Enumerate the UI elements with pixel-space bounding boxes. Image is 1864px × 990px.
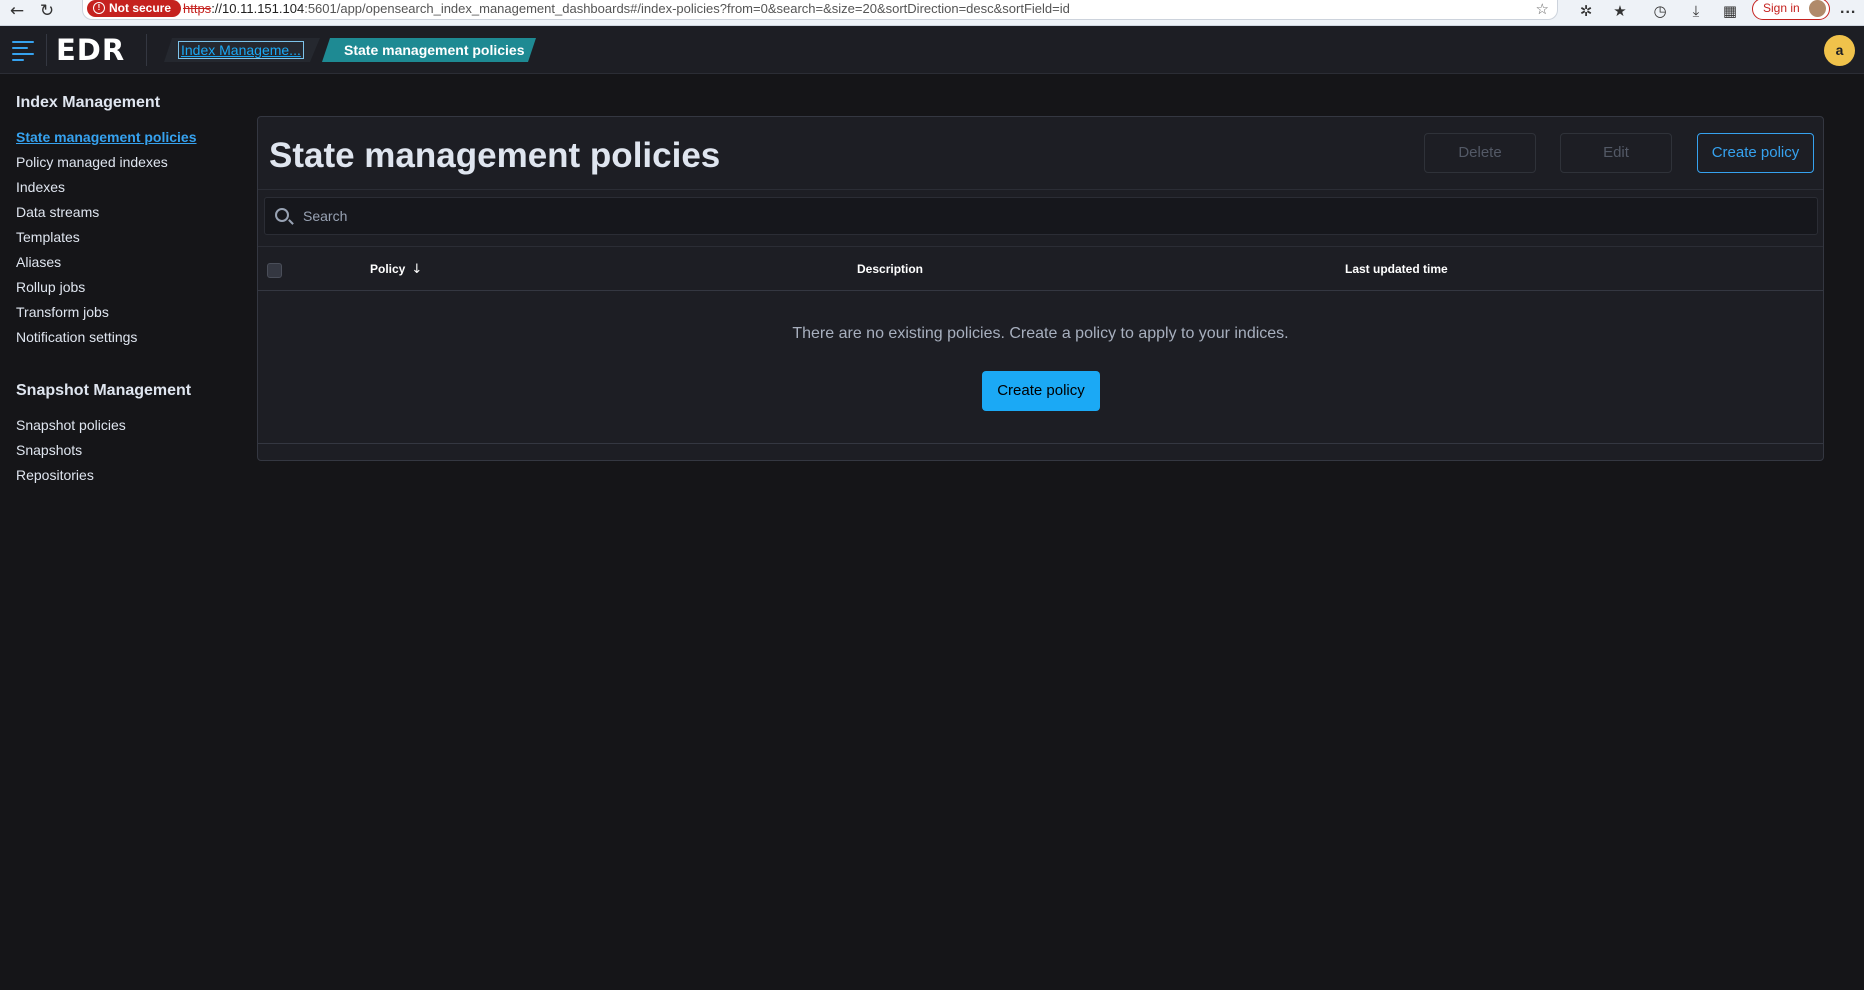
divider [258,189,1823,190]
empty-create-policy-button[interactable]: Create policy [982,371,1100,411]
sidebar-item-indexes[interactable]: Indexes [16,175,236,200]
download-icon[interactable]: ⤓ [1686,2,1706,22]
favorites-icon[interactable]: ★ [1610,2,1630,22]
sidebar-item-repositories[interactable]: Repositories [16,463,236,488]
sidebar-item-transform-jobs[interactable]: Transform jobs [16,300,236,325]
sidebar-item-snapshots[interactable]: Snapshots [16,438,236,463]
sign-in-button[interactable]: Sign in [1752,0,1830,20]
not-secure-badge[interactable]: ! Not secure [87,0,182,17]
profile-avatar [1809,0,1826,17]
edr-logo[interactable]: EDR [56,35,125,65]
search-input[interactable] [303,206,1803,226]
policies-panel: State management policies Delete Edit Cr… [257,116,1824,461]
back-icon[interactable]: ← [6,2,28,22]
sidebar-item-data-streams[interactable]: Data streams [16,200,236,225]
sidebar-item-templates[interactable]: Templates [16,225,236,250]
sort-down-icon: ↓ [411,262,423,277]
extensions-icon[interactable]: ✲ [1576,2,1596,22]
browser-toolbar: ← ↻ ! Not secure https://10.11.151.104:5… [0,0,1864,26]
delete-button[interactable]: Delete [1424,133,1536,173]
sidebar-item-aliases[interactable]: Aliases [16,250,236,275]
sidebar-item-notification-settings[interactable]: Notification settings [16,325,236,350]
empty-state-message: There are no existing policies. Create a… [792,325,1289,342]
edit-button[interactable]: Edit [1560,133,1672,173]
address-bar[interactable]: ! Not secure https://10.11.151.104:5601/… [82,0,1558,20]
search-field[interactable] [264,197,1818,235]
column-header-policy[interactable]: Policy ↓ [370,262,422,277]
select-all-checkbox[interactable] [267,263,282,278]
user-avatar[interactable]: a [1824,35,1855,66]
collections-icon[interactable]: ▦ [1720,2,1740,22]
bookmark-star-icon[interactable]: ☆ [1536,0,1549,18]
sidebar-nav: Index Management State management polici… [16,92,236,488]
warning-icon: ! [93,2,105,14]
app-header: EDR Index Manageme... State management p… [0,26,1864,74]
header-divider [46,34,47,66]
breadcrumb-index-management-label[interactable]: Index Manageme... [178,41,304,59]
page-title: State management policies [269,136,721,175]
column-header-description[interactable]: Description [857,262,923,276]
header-divider [146,34,147,66]
divider [258,443,1823,444]
sidebar-item-snapshot-policies[interactable]: Snapshot policies [16,413,236,438]
breadcrumb-current-label: State management policies [344,42,525,58]
table-header-row: Policy ↓ Description Last updated time [258,247,1823,291]
sidebar-item-state-management-policies[interactable]: State management policies [16,125,236,150]
sidebar-heading-snapshot-management: Snapshot Management [16,382,192,399]
search-icon [275,208,289,222]
history-icon[interactable]: ◷ [1650,2,1670,22]
more-options-icon[interactable]: ... [1840,0,1856,18]
sidebar-heading-index-management: Index Management [16,94,161,111]
sidebar-item-policy-managed-indexes[interactable]: Policy managed indexes [16,150,236,175]
create-policy-button[interactable]: Create policy [1697,133,1814,173]
sidebar-item-rollup-jobs[interactable]: Rollup jobs [16,275,236,300]
url-text[interactable]: https://10.11.151.104:5601/app/opensearc… [183,1,1070,17]
column-header-last-updated[interactable]: Last updated time [1345,262,1448,276]
reload-icon[interactable]: ↻ [36,2,58,22]
menu-toggle-icon[interactable] [8,36,40,64]
